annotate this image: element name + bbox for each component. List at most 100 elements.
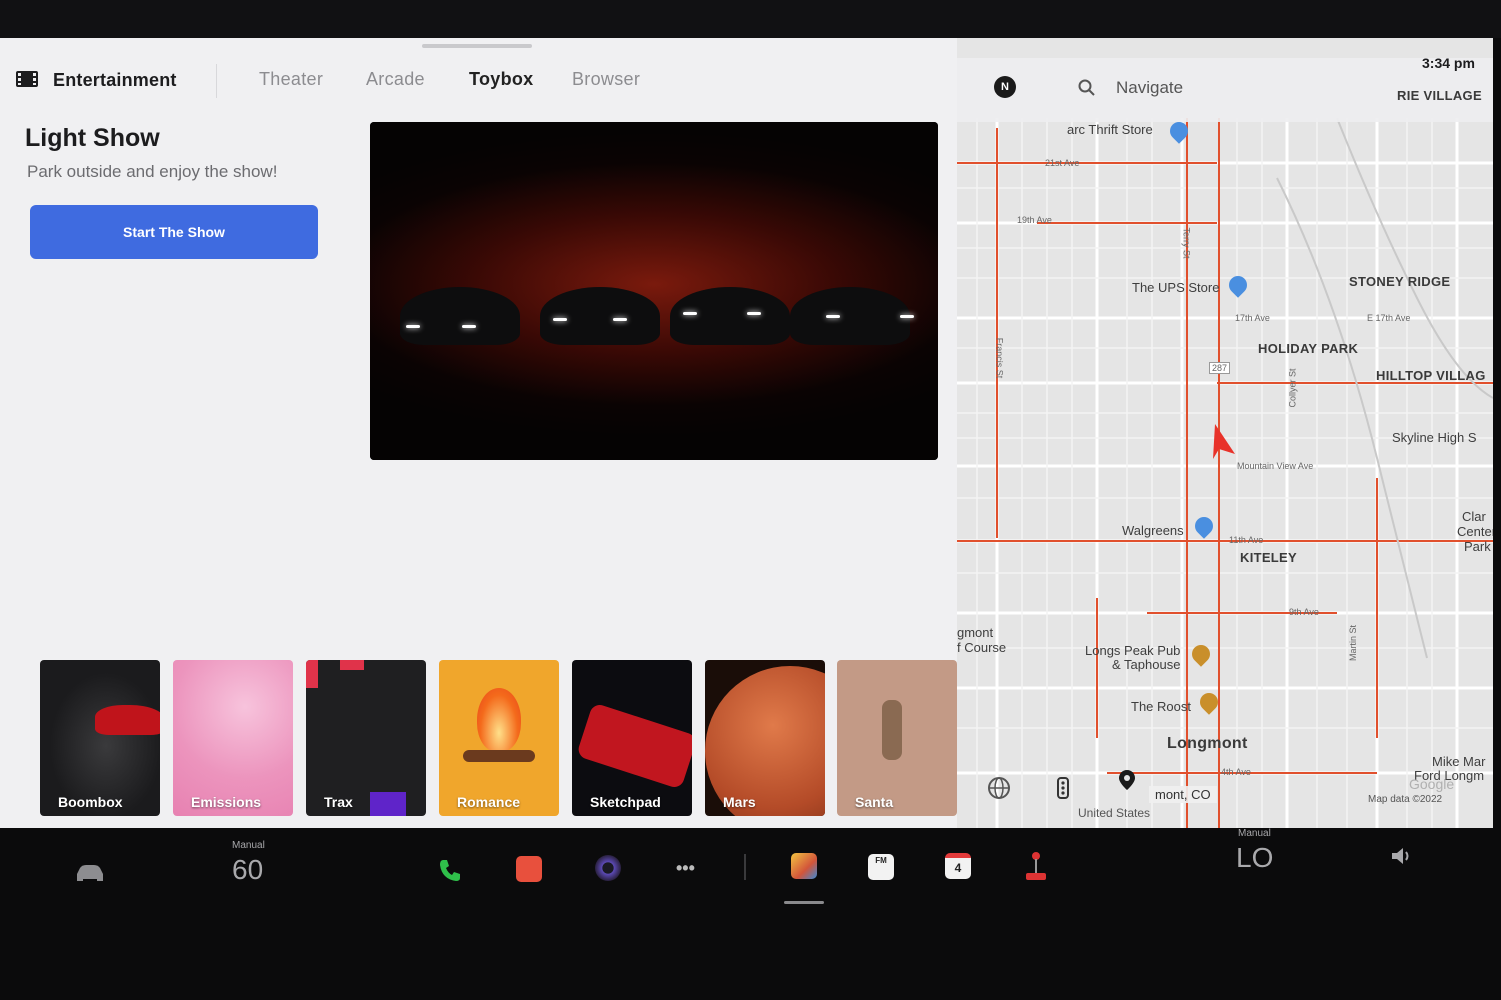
header-divider (216, 64, 217, 98)
entertainment-header: Entertainment Theater Arcade Toybox Brow… (0, 38, 957, 118)
home-indicator (784, 901, 824, 904)
tile-label: Santa (855, 794, 894, 810)
poi-mike-ford[interactable]: Mike Mar (1432, 754, 1485, 769)
poi-clark-center-3[interactable]: Park (1464, 539, 1491, 554)
app-title: Entertainment (53, 70, 177, 90)
traffic-light-icon[interactable] (1051, 776, 1075, 800)
map-label-holiday-park: HOLIDAY PARK (1258, 341, 1359, 356)
headlight (683, 312, 697, 315)
trax-bar (340, 660, 364, 670)
feature-title: Light Show (25, 124, 160, 152)
car-icon[interactable] (74, 862, 106, 882)
tab-arcade[interactable]: Arcade (366, 69, 425, 90)
fire-icon (477, 688, 521, 752)
navigate-input[interactable]: Navigate (1116, 78, 1183, 98)
current-location-label: mont, CO (1149, 786, 1217, 803)
tile-mars[interactable]: Mars (705, 660, 825, 816)
tile-label: Emissions (191, 794, 262, 810)
log-art (463, 750, 535, 762)
poi-the-roost[interactable]: The Roost (1131, 699, 1191, 714)
headlight (747, 312, 761, 315)
car-silhouette (400, 287, 520, 345)
headlight (553, 318, 567, 321)
street-label: 11th Ave (1229, 535, 1264, 545)
car-silhouette (540, 287, 660, 345)
left-climate-mode: Manual (232, 840, 265, 851)
tile-trax[interactable]: Trax (306, 660, 426, 816)
more-icon[interactable]: ••• (676, 858, 695, 879)
tile-label: Sketchpad (590, 794, 661, 810)
tile-emissions[interactable]: Emissions (173, 660, 293, 816)
volume-icon[interactable] (1390, 846, 1414, 866)
fm-radio-icon[interactable]: FM (868, 854, 894, 880)
poi-skyline-high[interactable]: Skyline High S (1392, 430, 1477, 445)
trax-bar (370, 792, 406, 816)
trax-art (306, 660, 426, 816)
poi-longs-peak-pub[interactable]: Longs Peak Pub (1085, 643, 1180, 658)
compass-icon[interactable]: N (994, 76, 1016, 98)
map-label-stoney-ridge: STONEY RIDGE (1349, 274, 1451, 289)
headlight (826, 315, 840, 318)
map-label-kiteley: KITELEY (1240, 550, 1297, 565)
taskbar: Manual 60 ••• FM 4 Manual LO (0, 828, 1501, 928)
street-label: 4th Ave (1221, 767, 1251, 777)
map-label-hilltop-village: HILLTOP VILLAG (1376, 368, 1486, 383)
map-panel[interactable]: N Navigate 3:34 pm RIE VILLAGE STONEY RI… (957, 38, 1493, 828)
taskbar-divider (744, 854, 746, 880)
poi-thrift-store[interactable]: arc Thrift Store (1067, 122, 1153, 137)
tab-toybox[interactable]: Toybox (469, 69, 533, 90)
camera-icon[interactable] (595, 855, 621, 881)
right-temperature[interactable]: LO (1236, 842, 1273, 874)
poi-walgreens[interactable]: Walgreens (1122, 523, 1184, 538)
highway-shield: 287 (1209, 362, 1231, 374)
headlight (613, 318, 627, 321)
car-art (95, 705, 160, 735)
tile-label: Romance (457, 794, 521, 810)
film-icon (16, 71, 38, 87)
start-the-show-button[interactable]: Start The Show (30, 205, 318, 259)
left-temperature[interactable]: 60 (232, 854, 263, 886)
entertainment-panel: Entertainment Theater Arcade Toybox Brow… (0, 38, 957, 828)
tab-theater[interactable]: Theater (259, 69, 323, 90)
toybox-tiles: Boombox Emissions Trax Romance Sketchpad… (40, 660, 960, 820)
poi-golf-course-2[interactable]: f Course (957, 640, 1006, 655)
location-pin-icon[interactable] (1115, 768, 1139, 792)
street-label: Martin St (1348, 624, 1359, 662)
map-label-prairie-village: RIE VILLAGE (1397, 88, 1482, 103)
boombox-art (40, 660, 160, 816)
poi-ups-store[interactable]: The UPS Store (1132, 280, 1219, 295)
poi-longs-peak-pub-2[interactable]: & Taphouse (1112, 657, 1180, 672)
joystick-icon[interactable] (1024, 850, 1048, 882)
map-attribution: Map data ©2022 (1368, 794, 1443, 805)
poi-clark-center-2[interactable]: Center (1457, 524, 1493, 539)
tab-browser[interactable]: Browser (572, 69, 640, 90)
light-show-preview[interactable] (370, 122, 938, 460)
car-silhouette (790, 287, 910, 345)
screen: Entertainment Theater Arcade Toybox Brow… (0, 38, 1493, 828)
feature-subtitle: Park outside and enjoy the show! (27, 162, 278, 181)
tile-romance[interactable]: Romance (439, 660, 559, 816)
street-label: 17th Ave (1235, 313, 1270, 323)
emissions-art (173, 660, 293, 816)
tile-label: Boombox (58, 794, 123, 810)
phone-icon[interactable] (437, 857, 463, 883)
tile-sketchpad[interactable]: Sketchpad (572, 660, 692, 816)
globe-icon[interactable] (987, 776, 1011, 800)
audio-waveform-icon[interactable] (516, 856, 542, 882)
reindeer-icon (882, 700, 902, 760)
map-label-longmont: Longmont (1167, 735, 1248, 752)
trax-bar (306, 660, 318, 688)
tile-santa[interactable]: Santa (837, 660, 957, 816)
poi-golf-course[interactable]: gmont (957, 625, 993, 640)
street-label: Terry St (1181, 227, 1192, 259)
street-label: 19th Ave (1017, 215, 1052, 225)
poi-clark-center[interactable]: Clar (1462, 509, 1486, 524)
tile-boombox[interactable]: Boombox (40, 660, 160, 816)
toybox-icon[interactable] (791, 853, 817, 879)
calendar-icon[interactable]: 4 (945, 853, 971, 879)
search-icon[interactable] (1078, 79, 1096, 97)
google-logo: Google (1409, 776, 1455, 792)
bezel-top (0, 0, 1501, 38)
clock: 3:34 pm (1422, 55, 1475, 71)
street-label: 9th Ave (1289, 607, 1319, 617)
